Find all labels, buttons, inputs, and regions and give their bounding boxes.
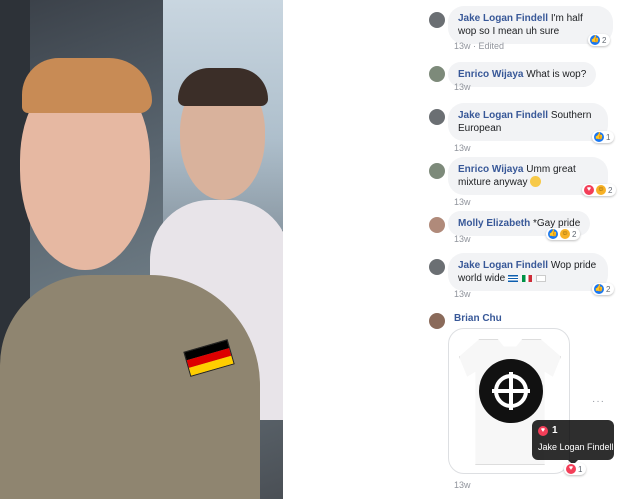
cyprus-flag-icon [535,275,546,282]
comment-meta: 13w [454,197,471,207]
comment-time[interactable]: 13w [454,289,471,299]
reaction-count[interactable]: 👍 2 [588,34,611,46]
cross-icon [492,372,530,410]
reaction-count[interactable]: ♥ ☺ 2 [582,184,617,196]
reaction-count[interactable]: 👍 1 [592,131,615,143]
person-back-hair [178,68,268,106]
avatar[interactable] [429,259,445,275]
comment-author-link[interactable]: Enrico Wijaya [458,164,524,175]
reaction-count[interactable]: 👍 2 [592,283,615,295]
comment-meta: 13w · Edited [454,41,504,51]
selfie-photo [0,0,283,499]
comment-time[interactable]: 13w [454,82,471,92]
like-icon: 👍 [590,35,600,45]
greece-flag-icon [508,275,519,282]
comment-thread: Jake Logan Findell I'm half wop so I mea… [420,0,640,499]
comment-author-link[interactable]: Jake Logan Findell [458,110,548,121]
italy-flag-icon [521,275,532,282]
comment-author-link[interactable]: Jake Logan Findell [458,260,548,271]
like-icon: 👍 [594,132,604,142]
comment-text: What is wop? [526,69,587,80]
shirt-logo [479,359,543,423]
love-icon: ♥ [566,464,576,474]
avatar[interactable] [429,12,445,28]
reaction-count[interactable]: ♥ 1 [564,463,587,475]
comment-time[interactable]: 13w [454,480,471,490]
love-icon: ♥ [538,425,548,436]
comment-meta: 13w [454,143,471,153]
comment-meta: 13w [454,289,471,299]
comment-time[interactable]: 13w [454,197,471,207]
like-icon: 👍 [548,229,558,239]
like-icon: 👍 [594,284,604,294]
avatar[interactable] [429,217,445,233]
comment-author-link[interactable]: Jake Logan Findell [458,13,548,24]
person-front-hair [22,58,152,113]
avatar[interactable] [429,313,445,329]
reaction-tooltip: ♥ 1 Jake Logan Findell [532,420,614,465]
smile-emoji-icon [530,176,542,187]
avatar[interactable] [429,109,445,125]
love-icon: ♥ [584,185,594,195]
comment-author-link[interactable]: Enrico Wijaya [458,69,524,80]
avatar[interactable] [429,66,445,82]
reaction-count[interactable]: 👍 ☺ 2 [546,228,581,240]
comment-time[interactable]: 13w [454,41,471,51]
avatar[interactable] [429,163,445,179]
comment-time[interactable]: 13w [454,234,471,244]
comment-author-link[interactable]: Brian Chu [454,313,502,324]
comment-meta: 13w [454,234,471,244]
comment-bubble: Jake Logan Findell Southern European [448,103,608,141]
comment-bubble: Jake Logan Findell Wop pride world wide [448,253,608,291]
haha-icon: ☺ [596,185,606,195]
edited-label[interactable]: · Edited [473,41,504,51]
person-front-shirt [0,275,260,499]
more-options-icon[interactable]: ··· [592,396,605,407]
comment-meta: 13w [454,82,471,92]
comment-time[interactable]: 13w [454,143,471,153]
tooltip-name: Jake Logan Findell [538,442,614,452]
comment-author-link[interactable]: Molly Elizabeth [458,218,530,229]
haha-icon: ☺ [560,229,570,239]
